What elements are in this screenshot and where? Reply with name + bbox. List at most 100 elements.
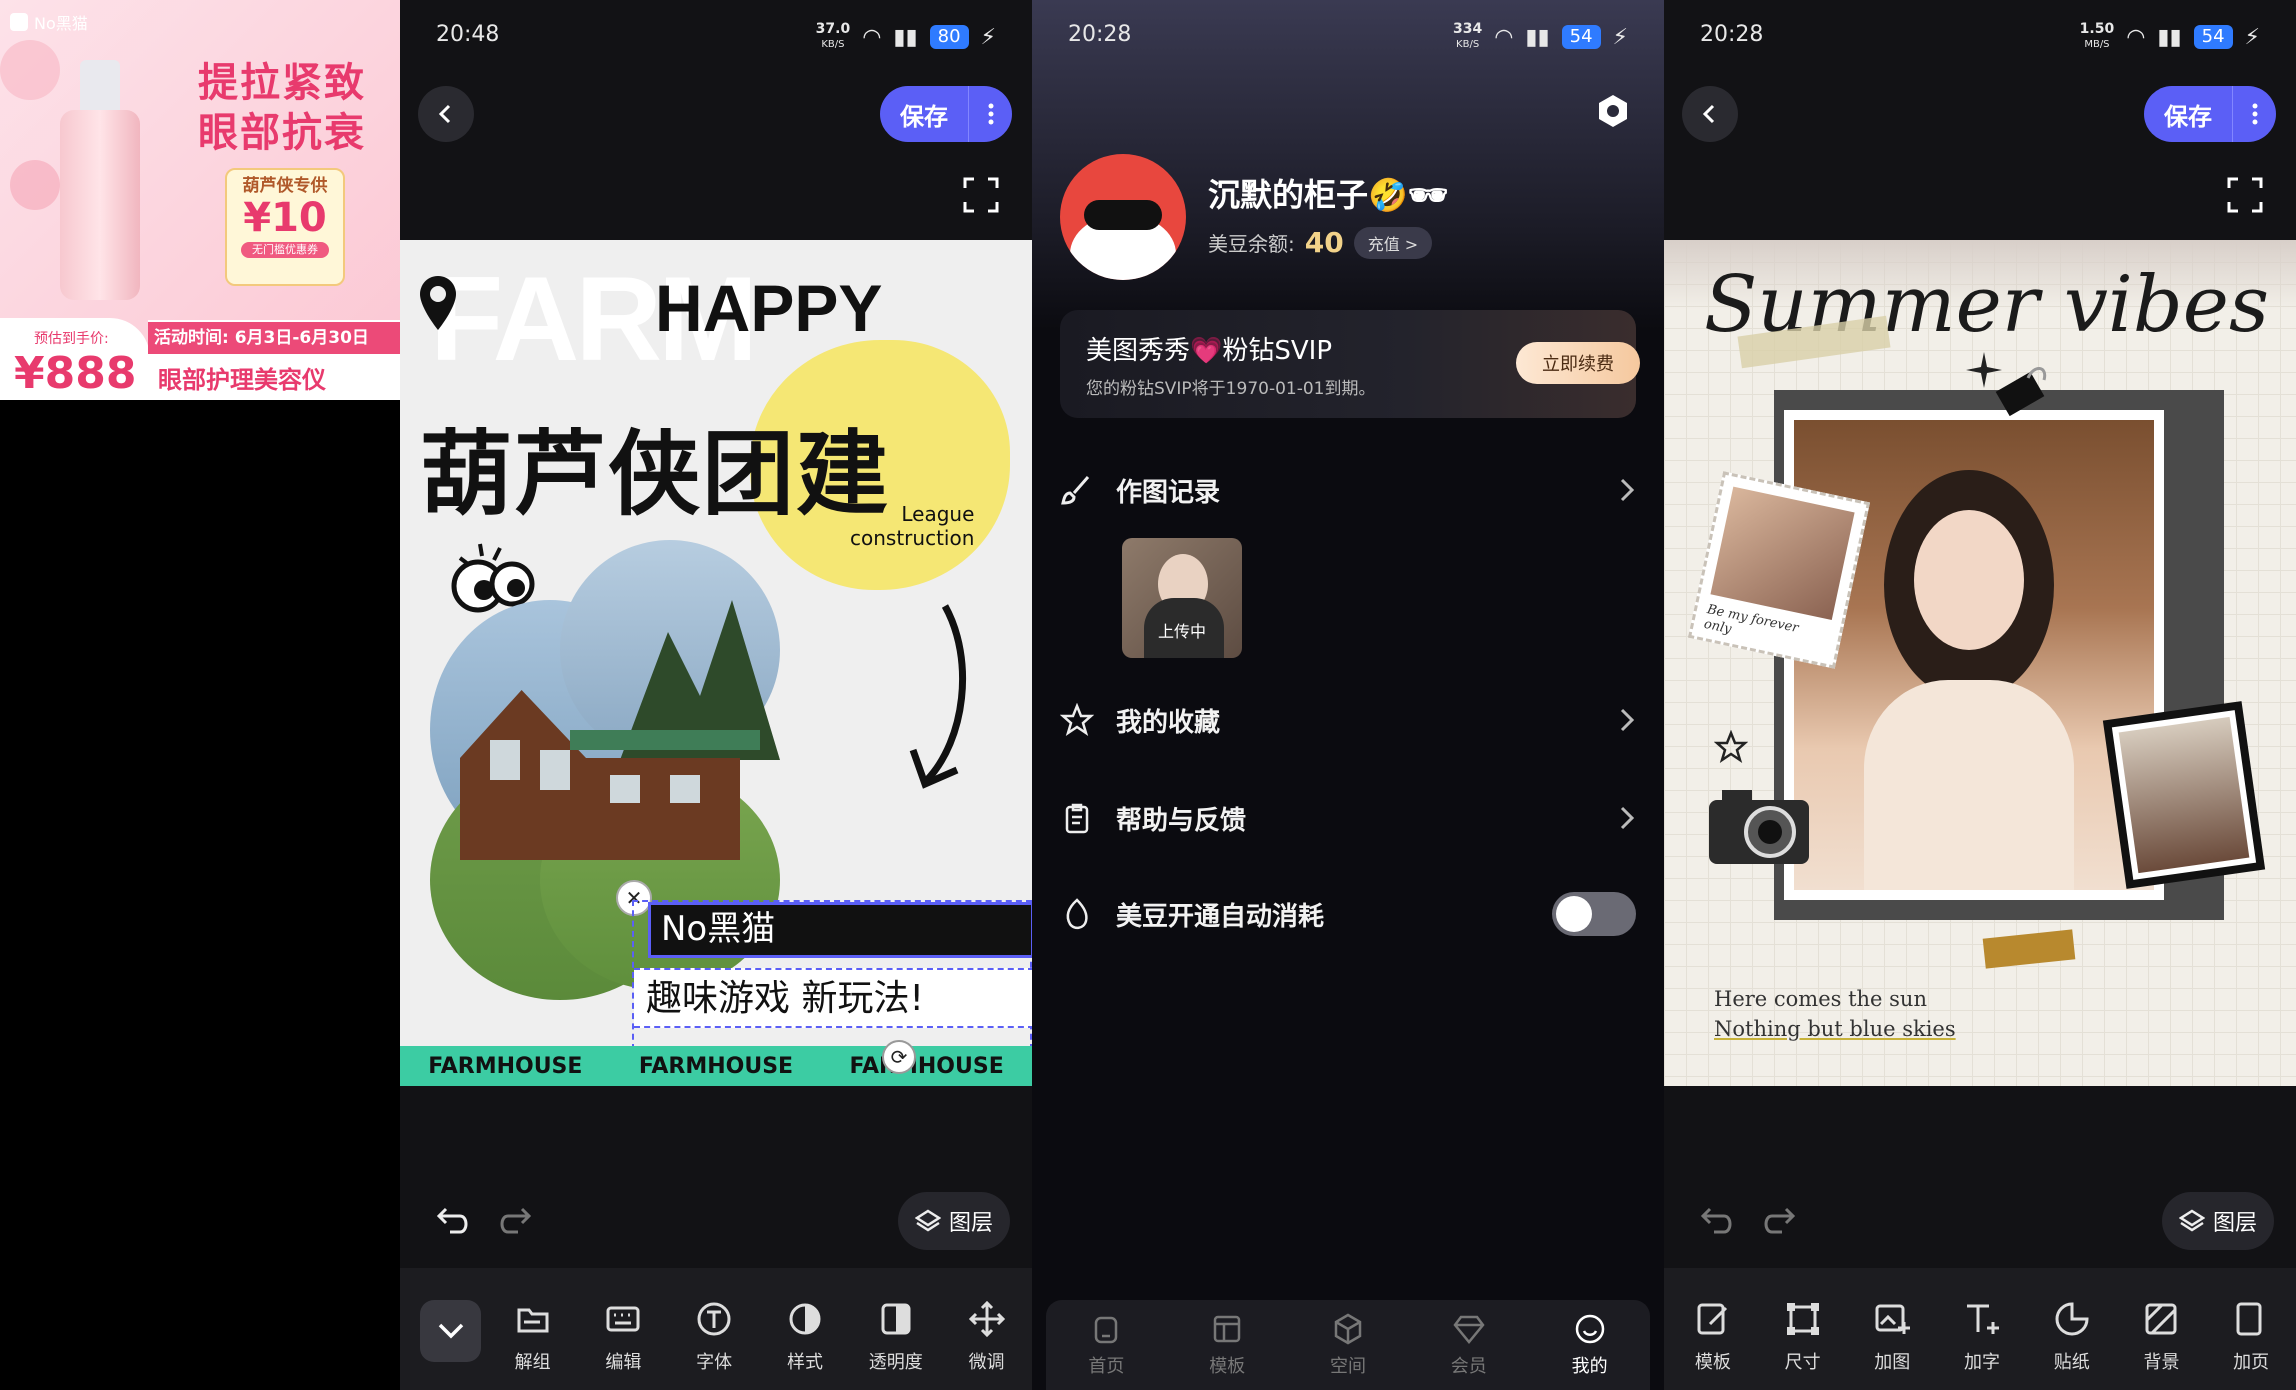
wifi-icon: ◠ xyxy=(1494,24,1514,50)
renew-button[interactable]: 立即续费 xyxy=(1516,342,1640,384)
undo-icon[interactable] xyxy=(436,1206,472,1236)
ungroup-icon xyxy=(517,1308,549,1333)
font-icon xyxy=(697,1302,731,1336)
design-canvas[interactable]: Summer vibes Be my forever only Here com… xyxy=(1664,240,2296,1086)
menu-auto-beans: 美豆开通自动消耗 xyxy=(1060,884,1636,944)
tab-label: 模板 xyxy=(1209,1356,1246,1377)
tool-label: 透明度 xyxy=(868,1352,923,1373)
status-bar: 20:48 37.0 KB/S ◠ ▮▮ 80 ⚡ xyxy=(400,0,1032,70)
profile-panel: 20:28 334 KB/S ◠ ▮▮ 54 ⚡ 沉默的柜子🤣🕶 美豆余额: 40… xyxy=(1032,0,1664,1390)
opacity-icon xyxy=(881,1303,911,1335)
cube-icon xyxy=(1334,1313,1362,1345)
tool-sticker[interactable]: 贴纸 xyxy=(2027,1300,2117,1374)
league-line-1: League xyxy=(901,502,975,526)
diamond-icon xyxy=(1453,1315,1485,1344)
tab-home[interactable]: 首页 xyxy=(1088,1312,1124,1378)
tab-templates[interactable]: 模板 xyxy=(1209,1312,1245,1378)
rotate-icon: ⟳ xyxy=(890,1045,908,1069)
tool-style[interactable]: 样式 xyxy=(760,1300,851,1374)
back-button[interactable] xyxy=(1682,86,1738,142)
tab-label: 我的 xyxy=(1571,1356,1608,1377)
footer-text: Here comes the sun Nothing but blue skie… xyxy=(1714,984,1956,1044)
tool-template[interactable]: 模板 xyxy=(1668,1300,1758,1374)
redo-icon[interactable] xyxy=(1760,1206,1796,1236)
signal-icon: ▮▮ xyxy=(893,24,918,50)
uploading-text: 上传中 xyxy=(1157,622,1206,641)
tab-vip[interactable]: 会员 xyxy=(1451,1312,1487,1378)
tool-font[interactable]: 字体 xyxy=(669,1300,760,1374)
tool-label: 微调 xyxy=(968,1352,1005,1373)
star-icon xyxy=(1060,703,1094,736)
tool-add-text[interactable]: 加字 xyxy=(1937,1300,2027,1374)
clipboard-icon xyxy=(1065,803,1089,834)
canvas-title: 葫芦侠团建 xyxy=(420,421,891,528)
style-icon xyxy=(789,1303,821,1335)
auto-beans-toggle[interactable] xyxy=(1552,892,1636,936)
smile-icon xyxy=(1575,1314,1604,1344)
activity-text: 活动时间: 6月3日-6月30日 xyxy=(148,322,400,354)
tool-add-image[interactable]: 加图 xyxy=(1847,1300,1937,1374)
collapse-toolbar-button[interactable] xyxy=(420,1300,482,1362)
home-icon xyxy=(1095,1316,1118,1344)
fullscreen-icon[interactable] xyxy=(962,176,1000,214)
overlay-text-1[interactable]: No黑猫 xyxy=(648,902,1032,958)
strip-text: FARMHOUSE xyxy=(638,1053,794,1079)
more-button[interactable] xyxy=(2232,86,2276,142)
save-button[interactable]: 保存 xyxy=(2144,86,2232,142)
rotate-handle[interactable]: ⟳ xyxy=(882,1040,916,1074)
save-button[interactable]: 保存 xyxy=(880,86,968,142)
back-button[interactable] xyxy=(418,86,474,142)
battery-level: 54 xyxy=(1561,25,1601,49)
tab-space[interactable]: 空间 xyxy=(1330,1312,1366,1378)
menu-help[interactable]: 帮助与反馈 xyxy=(1060,788,1636,848)
ad-banner[interactable]: No黑猫 提拉紧致 眼部抗衰 葫芦侠专供 ¥10 无门槛优惠券 预估到手价: ¥… xyxy=(0,0,400,400)
record-thumbnail[interactable]: 上传中 xyxy=(1122,538,1242,658)
menu-records[interactable]: 作图记录 xyxy=(1060,460,1636,520)
tool-label: 模板 xyxy=(1694,1352,1731,1373)
tool-add-page[interactable]: 加页 xyxy=(2206,1300,2296,1374)
chevron-right-icon xyxy=(1620,478,1635,502)
overlay-text-2[interactable]: 趣味游戏 新玩法! xyxy=(634,968,1032,1028)
network-speed: 1.50 MB/S xyxy=(2080,22,2115,52)
fullscreen-icon[interactable] xyxy=(2226,176,2264,214)
tool-label: 加页 xyxy=(2233,1352,2270,1373)
recharge-button[interactable]: 充值 > xyxy=(1353,226,1433,259)
bottom-tab-bar: 首页 模板 空间 会员 我的 xyxy=(1046,1300,1650,1390)
keyboard-icon xyxy=(606,1306,640,1332)
chevron-left-icon xyxy=(438,104,451,124)
menu-label: 作图记录 xyxy=(1116,477,1221,508)
tab-label: 首页 xyxy=(1088,1356,1125,1377)
layers-button[interactable]: 图层 xyxy=(2162,1192,2274,1250)
tool-opacity[interactable]: 透明度 xyxy=(850,1300,941,1374)
tool-ungroup[interactable]: 解组 xyxy=(487,1300,578,1374)
status-bar: 20:28 334 KB/S ◠ ▮▮ 54 ⚡ xyxy=(1032,0,1664,70)
resize-icon xyxy=(1786,1303,1819,1335)
tape-strip-brown xyxy=(1982,929,2076,969)
layers-button[interactable]: 图层 xyxy=(898,1192,1010,1250)
vip-card[interactable]: 美图秀秀💗粉钻SVIP 您的粉钻SVIP将于1970-01-01到期。 立即续费 xyxy=(1060,310,1640,418)
avatar[interactable] xyxy=(1060,154,1186,280)
activity-box: 活动时间: 6月3日-6月30日 眼部护理美容仪 xyxy=(148,320,400,400)
tool-label: 编辑 xyxy=(605,1352,642,1373)
wifi-icon: ◠ xyxy=(862,24,882,50)
coupon-price: ¥10 xyxy=(243,195,327,241)
selected-text-box[interactable]: No黑猫 趣味游戏 新玩法! xyxy=(632,900,1032,1050)
charging-icon: ⚡ xyxy=(2244,24,2260,50)
redo-icon[interactable] xyxy=(496,1206,532,1236)
tool-size[interactable]: 尺寸 xyxy=(1758,1300,1848,1374)
arrow-down-icon xyxy=(909,604,967,789)
tool-edit[interactable]: 编辑 xyxy=(578,1300,669,1374)
estimate-price: ¥888 xyxy=(14,348,137,399)
tab-mine[interactable]: 我的 xyxy=(1572,1312,1608,1378)
settings-icon[interactable] xyxy=(1594,92,1632,130)
design-canvas[interactable]: FARM HAPPY 葫芦侠团建 League construction ✕ N… xyxy=(400,240,1032,1086)
undo-icon[interactable] xyxy=(1700,1206,1736,1236)
add-page-icon xyxy=(2236,1302,2262,1336)
tool-background[interactable]: 背景 xyxy=(2117,1300,2207,1374)
more-button[interactable] xyxy=(968,86,1012,142)
speed-unit: KB/S xyxy=(821,39,845,50)
menu-favorites[interactable]: 我的收藏 xyxy=(1060,690,1636,750)
speed-value: 37.0 xyxy=(815,21,851,37)
tool-nudge[interactable]: 微调 xyxy=(941,1300,1032,1374)
coupon-card[interactable]: 葫芦侠专供 ¥10 无门槛优惠券 xyxy=(225,168,345,286)
